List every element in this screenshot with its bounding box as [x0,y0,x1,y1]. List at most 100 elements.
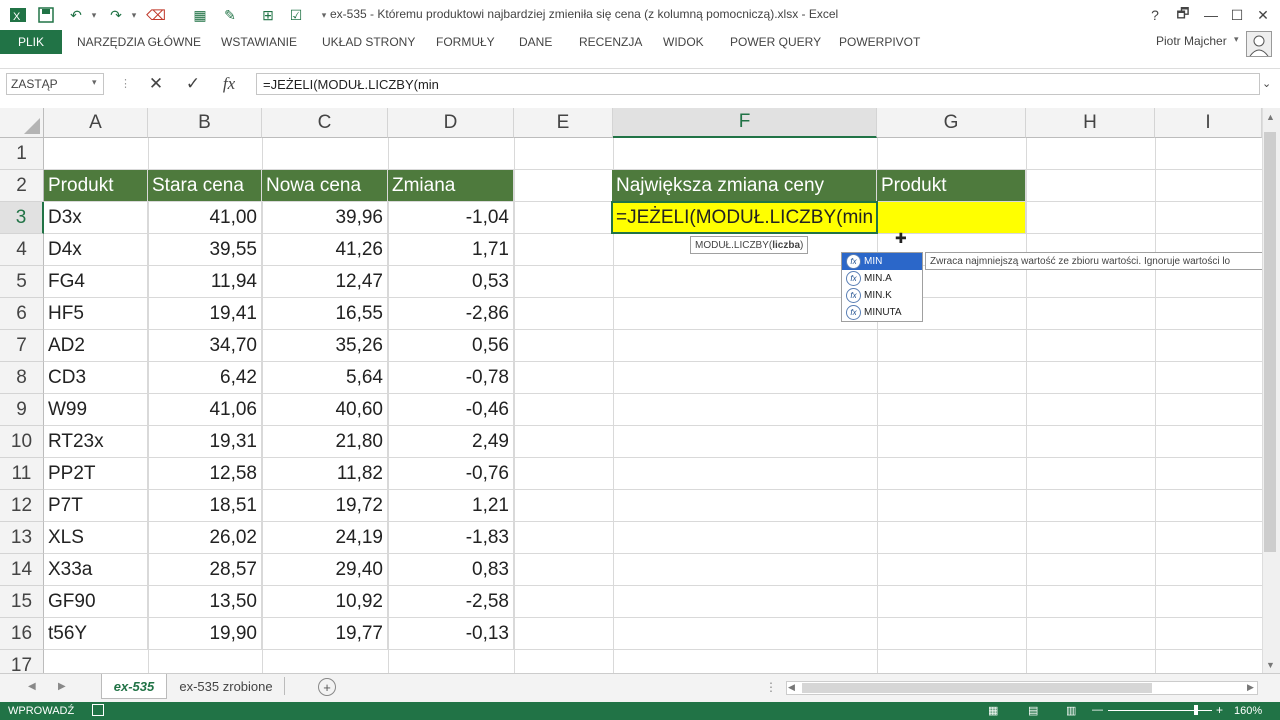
sheet-tab-ex-535[interactable]: ex-535 [101,674,167,699]
close-button[interactable]: ✕ [1250,4,1276,26]
row-header[interactable]: 10 [0,426,44,458]
cancel-icon[interactable]: ✕ [143,73,169,95]
scroll-up-icon[interactable]: ▲ [1266,112,1275,122]
active-cell-editor[interactable]: =JEŻELI(MODUŁ.LICZBY(min [611,201,878,234]
horizontal-scroll-thumb[interactable] [802,683,1152,693]
table-cell[interactable]: FG4 [44,266,148,298]
table-cell[interactable]: CD3 [44,362,148,394]
table-cell[interactable]: 19,41 [148,298,262,330]
table-cell[interactable]: 19,90 [148,618,262,650]
row-header[interactable]: 3 [0,202,44,234]
format-painter-icon[interactable]: ✎ [220,5,240,25]
column-header-a[interactable]: A [44,108,148,138]
table-cell[interactable]: 41,26 [262,234,388,266]
table-cell[interactable]: -2,86 [388,298,514,330]
table-cell[interactable]: 29,40 [262,554,388,586]
tab-file[interactable]: PLIK [0,30,62,54]
sheet-nav-next-icon[interactable]: ▶ [58,681,66,692]
table-cell[interactable]: 1,21 [388,490,514,522]
excel-logo-icon[interactable]: X [8,5,28,25]
table-cell[interactable]: -0,76 [388,458,514,490]
eraser-icon[interactable]: ⌫ [146,5,166,25]
tab-power-query[interactable]: POWER QUERY [730,30,821,54]
column-header-i[interactable]: I [1155,108,1262,138]
table-cell[interactable]: P7T [44,490,148,522]
structure-icon[interactable]: ⊞ [258,5,278,25]
scroll-left-icon[interactable]: ◀ [788,682,795,693]
table-cell[interactable]: 6,42 [148,362,262,394]
normal-view-icon[interactable]: ▦ [988,704,998,717]
tab-split-grip-icon[interactable]: ⋮ [765,680,777,694]
tab-page-layout[interactable]: UKŁAD STRONY [322,30,415,54]
column-header-h[interactable]: H [1026,108,1155,138]
autocomplete-item[interactable]: fx MIN.K [842,287,922,304]
redo-dropdown-icon[interactable]: ▾ [124,5,144,25]
result-header-product[interactable]: Produkt [877,170,1026,202]
table-cell[interactable]: 2,49 [388,426,514,458]
row-header[interactable]: 11 [0,458,44,490]
table-cell[interactable]: -1,83 [388,522,514,554]
table-cell[interactable]: 18,51 [148,490,262,522]
table-cell[interactable]: PP2T [44,458,148,490]
minimize-button[interactable]: — [1198,4,1224,26]
zoom-level[interactable]: 160% [1234,705,1262,717]
function-argument-tooltip[interactable]: MODUŁ.LICZBY(liczba) [690,236,809,254]
table-cell[interactable]: 11,94 [148,266,262,298]
table-cell[interactable]: 40,60 [262,394,388,426]
user-name[interactable]: Piotr Majcher [1156,34,1227,48]
row-header[interactable]: 2 [0,170,44,202]
table-cell[interactable]: 1,71 [388,234,514,266]
tab-insert[interactable]: WSTAWIANIE [221,30,297,54]
user-dropdown-icon[interactable]: ▾ [1234,34,1239,45]
tab-formulas[interactable]: FORMUŁY [436,30,495,54]
table-cell[interactable]: -0,78 [388,362,514,394]
table-cell[interactable]: 12,58 [148,458,262,490]
table-cell[interactable]: XLS [44,522,148,554]
table-cell[interactable]: 0,53 [388,266,514,298]
maximize-button[interactable]: ☐ [1224,4,1250,26]
table-cell[interactable]: 35,26 [262,330,388,362]
table-header-cell[interactable]: Nowa cena [262,170,388,202]
table-cell[interactable]: 39,55 [148,234,262,266]
table-cell[interactable]: -0,46 [388,394,514,426]
name-box[interactable]: ZASTĄP [6,73,104,95]
page-break-view-icon[interactable]: ▥ [1066,704,1076,717]
table-cell[interactable]: W99 [44,394,148,426]
tab-view[interactable]: WIDOK [663,30,704,54]
table-cell[interactable]: -0,13 [388,618,514,650]
row-header[interactable]: 16 [0,618,44,650]
undo-icon[interactable]: ↶ [66,5,86,25]
tab-data[interactable]: DANE [519,30,552,54]
select-all-corner[interactable] [0,108,44,138]
row-header[interactable]: 4 [0,234,44,266]
sheet-tab-ex-535-zrobione[interactable]: ex-535 zrobione [170,674,282,698]
table-cell[interactable]: 24,19 [262,522,388,554]
table-cell[interactable]: 39,96 [262,202,388,234]
row-header[interactable]: 1 [0,138,44,170]
scroll-down-icon[interactable]: ▼ [1266,660,1275,670]
table-cell[interactable]: RT23x [44,426,148,458]
sheet-icon[interactable]: ▦ [190,5,210,25]
zoom-out-icon[interactable]: — [1092,704,1103,716]
table-cell[interactable]: 16,55 [262,298,388,330]
table-cell[interactable]: 11,82 [262,458,388,490]
save-icon[interactable] [36,5,56,25]
row-header[interactable]: 7 [0,330,44,362]
enter-icon[interactable]: ✓ [180,73,206,95]
table-cell[interactable]: 28,57 [148,554,262,586]
row-header[interactable]: 5 [0,266,44,298]
redo-icon[interactable]: ↷ [106,5,126,25]
table-cell[interactable]: 13,50 [148,586,262,618]
undo-dropdown-icon[interactable]: ▾ [84,5,104,25]
table-cell[interactable]: 34,70 [148,330,262,362]
table-header-cell[interactable]: Produkt [44,170,148,202]
vertical-scroll-thumb[interactable] [1264,132,1276,552]
table-cell[interactable]: 21,80 [262,426,388,458]
tooltip-function-name[interactable]: MODUŁ.LICZBY( [695,240,772,251]
table-header-cell[interactable]: Stara cena [148,170,262,202]
expand-formula-bar-icon[interactable]: ⌄ [1262,77,1271,90]
result-header-max-change[interactable]: Największa zmiana ceny [612,170,877,202]
table-cell[interactable]: 41,00 [148,202,262,234]
table-cell[interactable]: GF90 [44,586,148,618]
table-cell[interactable]: 10,92 [262,586,388,618]
